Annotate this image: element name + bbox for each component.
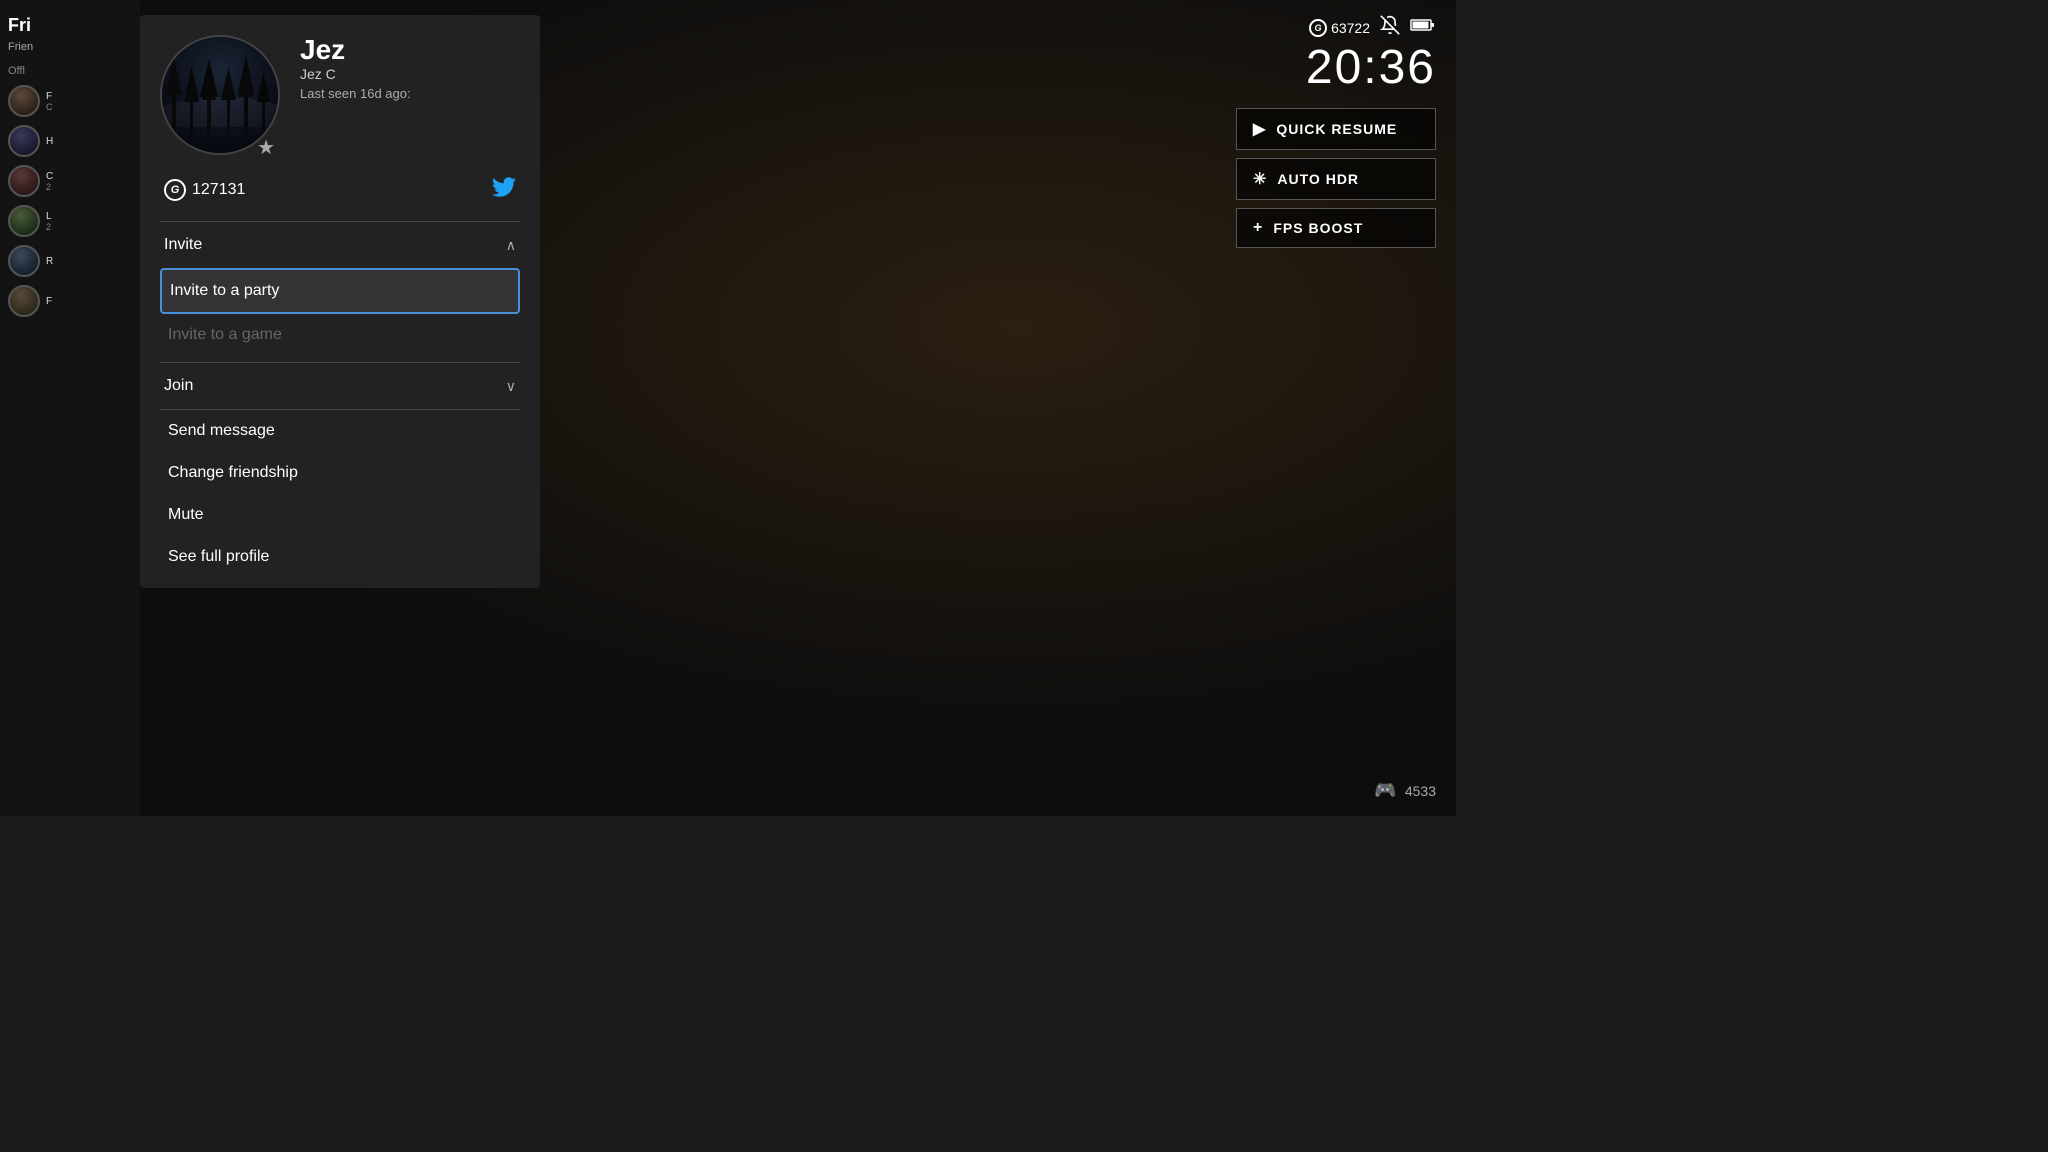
hud-gamerscore-icon: G bbox=[1309, 19, 1327, 37]
quick-resume-button[interactable]: ▶ QUICK RESUME bbox=[1236, 108, 1436, 150]
invite-section-label: Invite bbox=[164, 236, 202, 254]
avatar bbox=[8, 165, 40, 197]
see-full-profile-label: See full profile bbox=[168, 548, 269, 565]
list-item[interactable]: L 2 bbox=[8, 205, 132, 237]
hud-status-row: G 63722 bbox=[1236, 15, 1436, 40]
chevron-up-icon: ∧ bbox=[506, 237, 516, 254]
auto-hdr-button[interactable]: ✳ AUTO HDR bbox=[1236, 158, 1436, 200]
avatar bbox=[8, 125, 40, 157]
friend-name: L bbox=[46, 211, 132, 222]
list-item[interactable]: F C bbox=[8, 85, 132, 117]
profile-stats: G 127131 bbox=[160, 175, 520, 205]
hud-overlay: G 63722 20:36 ▶ QUICK RESUME bbox=[1236, 15, 1436, 256]
join-section-header[interactable]: Join ∨ bbox=[160, 363, 520, 409]
change-friendship-button[interactable]: Change friendship bbox=[160, 452, 520, 494]
see-full-profile-button[interactable]: See full profile bbox=[160, 536, 520, 578]
play-icon: ▶ bbox=[1253, 119, 1266, 139]
friends-offline-label: Offl bbox=[8, 65, 132, 77]
friend-name: F bbox=[46, 91, 132, 102]
mute-label: Mute bbox=[168, 506, 204, 523]
favorite-star-icon: ★ bbox=[257, 135, 275, 160]
friend-name: F bbox=[46, 296, 132, 307]
change-friendship-label: Change friendship bbox=[168, 464, 298, 481]
hud-battery-icon bbox=[1410, 17, 1436, 38]
chevron-down-icon: ∨ bbox=[506, 378, 516, 395]
list-item[interactable]: C 2 bbox=[8, 165, 132, 197]
avatar bbox=[8, 85, 40, 117]
profile-avatar-container: ★ bbox=[160, 35, 280, 155]
fps-boost-label: FPS BOOST bbox=[1273, 220, 1363, 236]
auto-hdr-label: AUTO HDR bbox=[1277, 171, 1359, 187]
list-item[interactable]: R bbox=[8, 245, 132, 277]
friends-panel-subtitle: Frien bbox=[8, 41, 132, 53]
profile-last-seen: Last seen 16d ago: bbox=[300, 86, 520, 101]
join-section-label: Join bbox=[164, 377, 193, 395]
hud-gamerscore-value: 63722 bbox=[1331, 20, 1370, 36]
friend-name: H bbox=[46, 136, 132, 147]
invite-to-party-button[interactable]: Invite to a party bbox=[160, 268, 520, 314]
friend-detail: 2 bbox=[46, 222, 132, 232]
other-menu-items: Send message Change friendship Mute See … bbox=[160, 409, 520, 578]
profile-header: ★ Jez Jez C Last seen 16d ago: bbox=[160, 35, 520, 155]
avatar bbox=[8, 285, 40, 317]
send-message-label: Send message bbox=[168, 422, 275, 439]
controller-icon: 🎮 bbox=[1374, 780, 1396, 801]
avatar bbox=[8, 245, 40, 277]
profile-info: Jez Jez C Last seen 16d ago: bbox=[300, 35, 520, 101]
join-section: Join ∨ bbox=[160, 362, 520, 409]
invite-to-game-label: Invite to a game bbox=[168, 326, 282, 343]
friend-detail: 2 bbox=[46, 182, 132, 192]
hud-clock: 20:36 bbox=[1236, 44, 1436, 92]
invite-to-game-button: Invite to a game bbox=[160, 314, 520, 356]
fps-boost-button[interactable]: + FPS BOOST bbox=[1236, 208, 1436, 248]
controller-score: 4533 bbox=[1405, 783, 1436, 799]
friends-panel-title: Fri bbox=[8, 15, 132, 36]
gamerscore-value: 127131 bbox=[192, 181, 245, 199]
friend-detail: C bbox=[46, 102, 132, 112]
hdr-icon: ✳ bbox=[1253, 169, 1267, 189]
invite-items: Invite to a party Invite to a game bbox=[160, 268, 520, 362]
twitter-icon[interactable] bbox=[492, 175, 516, 205]
profile-name: Jez bbox=[300, 35, 520, 66]
hud-gamerscore-display: G 63722 bbox=[1309, 19, 1370, 37]
invite-section: Invite ∧ Invite to a party Invite to a g… bbox=[160, 221, 520, 362]
list-item[interactable]: F bbox=[8, 285, 132, 317]
invite-to-party-label: Invite to a party bbox=[170, 282, 279, 299]
friend-name: C bbox=[46, 171, 132, 182]
gamerscore-display: G 127131 bbox=[164, 179, 245, 201]
hud-bottom-right: 🎮 4533 bbox=[1374, 780, 1436, 801]
hud-mute-icon bbox=[1380, 15, 1400, 40]
avatar bbox=[8, 205, 40, 237]
quick-resume-label: QUICK RESUME bbox=[1276, 121, 1397, 137]
plus-icon: + bbox=[1253, 219, 1263, 237]
send-message-button[interactable]: Send message bbox=[160, 410, 520, 452]
friends-panel: Fri Frien Offl F C H C 2 L 2 R bbox=[0, 0, 140, 816]
profile-gamertag: Jez C bbox=[300, 66, 520, 82]
friend-name: R bbox=[46, 256, 132, 267]
mute-button[interactable]: Mute bbox=[160, 494, 520, 536]
invite-section-header[interactable]: Invite ∧ bbox=[160, 222, 520, 268]
gamerscore-icon: G bbox=[164, 179, 186, 201]
list-item[interactable]: H bbox=[8, 125, 132, 157]
profile-popup: ★ Jez Jez C Last seen 16d ago: G 127131 … bbox=[140, 15, 540, 588]
